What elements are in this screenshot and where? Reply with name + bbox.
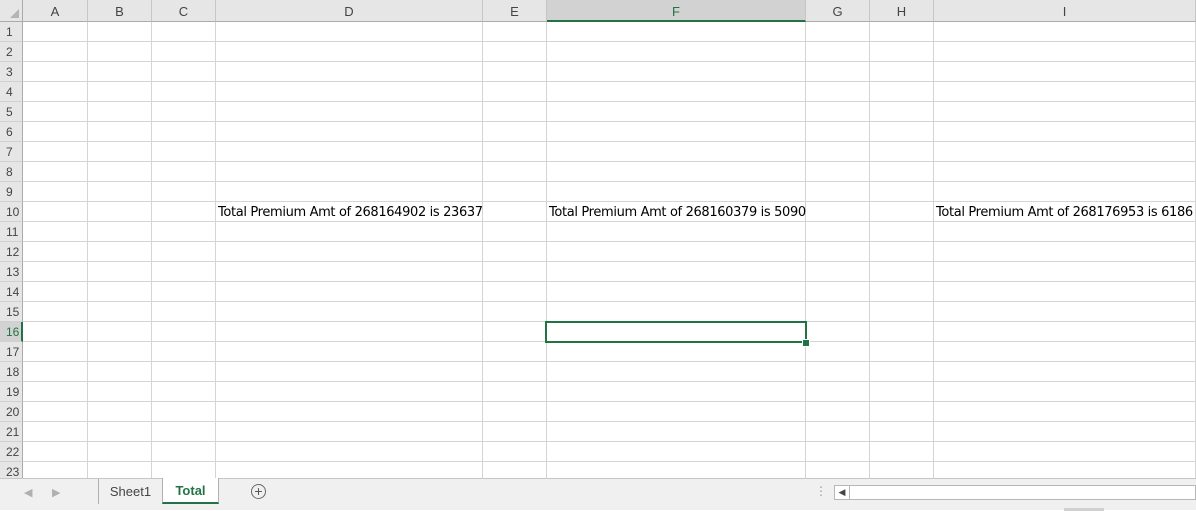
active-cell-selection[interactable] [545, 321, 807, 343]
column-header-e[interactable]: E [483, 0, 547, 22]
gridline-horizontal [23, 181, 1196, 182]
spreadsheet-grid[interactable]: A B C D E F G H I 1 2 3 4 5 6 7 8 9 10 1… [0, 0, 1196, 478]
gridline-horizontal [23, 121, 1196, 122]
row-header-10[interactable]: 10 [0, 202, 23, 222]
column-header-c[interactable]: C [152, 0, 216, 22]
row-header-13[interactable]: 13 [0, 262, 23, 282]
column-header-a[interactable]: A [23, 0, 88, 22]
row-header-14[interactable]: 14 [0, 282, 23, 302]
select-all-triangle-icon [10, 9, 19, 18]
sheet-tab-sheet1[interactable]: Sheet1 [98, 479, 162, 504]
plus-circle-icon[interactable]: + [251, 484, 266, 499]
column-header-g[interactable]: G [806, 0, 870, 22]
gridline-horizontal [23, 61, 1196, 62]
row-header-20[interactable]: 20 [0, 402, 23, 422]
scroll-left-icon[interactable]: ◀ [835, 486, 850, 499]
gridline-horizontal [23, 81, 1196, 82]
row-header-8[interactable]: 8 [0, 162, 23, 182]
row-header-23[interactable]: 23 [0, 462, 23, 478]
fill-handle[interactable] [802, 339, 810, 347]
column-header-d[interactable]: D [216, 0, 483, 22]
row-header-1[interactable]: 1 [0, 22, 23, 42]
row-header-21[interactable]: 21 [0, 422, 23, 442]
gridline-horizontal [23, 261, 1196, 262]
cell-f10[interactable]: Total Premium Amt of 268160379 is 5090 [547, 202, 806, 222]
gridline-horizontal [23, 361, 1196, 362]
gridline-vertical [933, 22, 934, 478]
column-header-b[interactable]: B [88, 0, 152, 22]
column-header-h[interactable]: H [870, 0, 934, 22]
row-header-15[interactable]: 15 [0, 302, 23, 322]
row-header-18[interactable]: 18 [0, 362, 23, 382]
row-header-3[interactable]: 3 [0, 62, 23, 82]
cell-d10[interactable]: Total Premium Amt of 268164902 is 23637 [216, 202, 483, 222]
row-header-17[interactable]: 17 [0, 342, 23, 362]
horizontal-scrollbar[interactable]: ◀ [834, 485, 1196, 500]
gridline-horizontal [23, 281, 1196, 282]
gridline-vertical [151, 22, 152, 478]
row-header-22[interactable]: 22 [0, 442, 23, 462]
gridline-horizontal [23, 241, 1196, 242]
gridline-vertical [482, 22, 483, 478]
gridline-horizontal [23, 101, 1196, 102]
cell-i10[interactable]: Total Premium Amt of 268176953 is 6186 [934, 202, 1193, 222]
splitter-dots-icon[interactable]: ⋮ [815, 484, 827, 498]
gridline-horizontal [23, 41, 1196, 42]
row-header-19[interactable]: 19 [0, 382, 23, 402]
gridline-vertical [215, 22, 216, 478]
row-header-11[interactable]: 11 [0, 222, 23, 242]
column-header-i[interactable]: I [934, 0, 1196, 22]
row-header-16[interactable]: 16 [0, 322, 23, 342]
gridline-vertical [869, 22, 870, 478]
triangle-right-icon[interactable]: ▶ [52, 486, 60, 499]
triangle-left-icon[interactable]: ◀ [24, 486, 32, 499]
gridline-vertical [87, 22, 88, 478]
gridline-horizontal [23, 421, 1196, 422]
sheet-tab-total[interactable]: Total [162, 478, 219, 504]
row-header-12[interactable]: 12 [0, 242, 23, 262]
sheet-tab-bar: ◀ ▶ Sheet1 Total + ⋮ ◀ [0, 478, 1196, 511]
row-header-2[interactable]: 2 [0, 42, 23, 62]
gridline-horizontal [23, 461, 1196, 462]
column-header-f[interactable]: F [547, 0, 806, 22]
row-header-4[interactable]: 4 [0, 82, 23, 102]
gridline-horizontal [23, 141, 1196, 142]
gridline-horizontal [23, 381, 1196, 382]
gridline-horizontal [23, 161, 1196, 162]
row-header-7[interactable]: 7 [0, 142, 23, 162]
row-header-6[interactable]: 6 [0, 122, 23, 142]
gridline-vertical [546, 22, 547, 478]
gridline-horizontal [23, 401, 1196, 402]
row-header-9[interactable]: 9 [0, 182, 23, 202]
gridline-vertical [805, 22, 806, 478]
gridline-horizontal [23, 441, 1196, 442]
gridline-horizontal [23, 301, 1196, 302]
row-header-5[interactable]: 5 [0, 102, 23, 122]
select-all-corner[interactable] [0, 0, 23, 22]
